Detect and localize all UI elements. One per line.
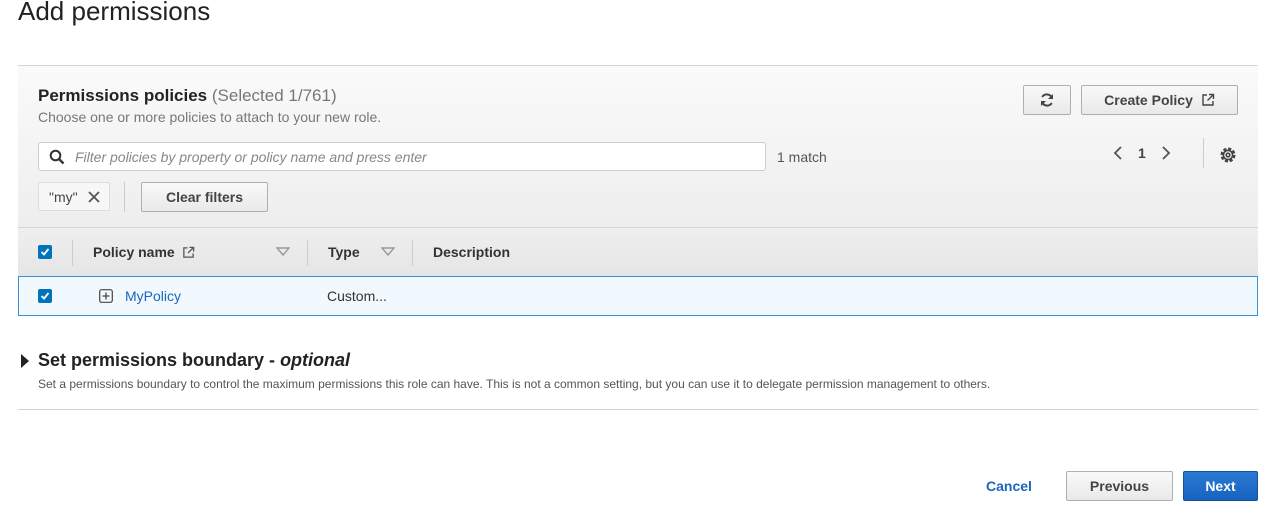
policy-name-link[interactable]: MyPolicy	[125, 288, 181, 304]
column-separator	[72, 240, 73, 266]
policy-name-cell: MyPolicy	[99, 277, 181, 315]
current-page[interactable]: 1	[1138, 145, 1146, 161]
column-header-description[interactable]: Description	[433, 228, 510, 276]
boundary-title-text: Set permissions boundary -	[38, 350, 281, 370]
filter-token-text: "my"	[49, 188, 78, 205]
sort-icon[interactable]	[276, 247, 290, 257]
remove-filter-icon[interactable]	[87, 190, 101, 204]
settings-gear-icon[interactable]	[1219, 146, 1237, 164]
sort-icon[interactable]	[381, 247, 395, 257]
pager-divider	[1203, 138, 1204, 168]
boundary-description: Set a permissions boundary to control th…	[38, 377, 991, 391]
select-all-cell	[38, 228, 52, 276]
external-link-icon	[182, 246, 194, 258]
permissions-boundary-toggle[interactable]: Set permissions boundary - optional	[38, 350, 350, 371]
filter-token: "my"	[38, 182, 110, 211]
table-row[interactable]: MyPolicy Custom...	[18, 276, 1258, 316]
panel-title: Permissions policies (Selected 1/761)	[38, 86, 337, 106]
column-label: Description	[433, 244, 511, 260]
column-separator	[307, 240, 308, 266]
panel-title-text: Permissions policies	[38, 86, 208, 105]
column-label: Policy name	[93, 244, 175, 260]
caret-right-icon[interactable]	[20, 354, 30, 368]
expand-icon[interactable]	[99, 289, 113, 303]
panel-subtitle: Choose one or more policies to attach to…	[38, 109, 382, 125]
column-separator	[412, 240, 413, 266]
create-policy-label: Create Policy	[1104, 92, 1193, 108]
refresh-button[interactable]	[1023, 85, 1071, 115]
column-header-type[interactable]: Type	[328, 228, 360, 276]
row-checkbox[interactable]	[38, 289, 52, 303]
column-label: Type	[328, 244, 360, 260]
table-header: Policy name Type Description	[18, 227, 1258, 276]
external-link-icon	[1202, 93, 1215, 106]
search-input[interactable]	[73, 147, 765, 166]
permissions-policies-panel: Permissions policies (Selected 1/761) Ch…	[18, 65, 1258, 317]
search-field[interactable]	[38, 142, 766, 171]
column-header-policy-name[interactable]: Policy name	[93, 228, 195, 276]
next-page-icon[interactable]	[1160, 145, 1172, 161]
previous-button[interactable]: Previous	[1066, 471, 1173, 501]
create-policy-button[interactable]: Create Policy	[1081, 85, 1238, 115]
row-select-cell	[38, 277, 52, 315]
boundary-optional-text: optional	[280, 350, 351, 370]
next-button[interactable]: Next	[1183, 471, 1258, 501]
pagination: 1	[1112, 145, 1172, 161]
refresh-icon	[1041, 93, 1053, 107]
selected-count: (Selected 1/761)	[211, 86, 337, 105]
search-icon	[49, 149, 65, 164]
page-title: Add permissions	[18, 0, 211, 26]
clear-filters-button[interactable]: Clear filters	[141, 182, 268, 212]
select-all-checkbox[interactable]	[38, 245, 52, 259]
filter-divider	[124, 182, 125, 212]
match-count: 1 match	[777, 149, 827, 165]
section-divider	[18, 409, 1258, 410]
previous-page-icon[interactable]	[1112, 145, 1124, 161]
policy-type-cell: Custom...	[327, 288, 387, 304]
cancel-link[interactable]: Cancel	[986, 478, 1032, 494]
